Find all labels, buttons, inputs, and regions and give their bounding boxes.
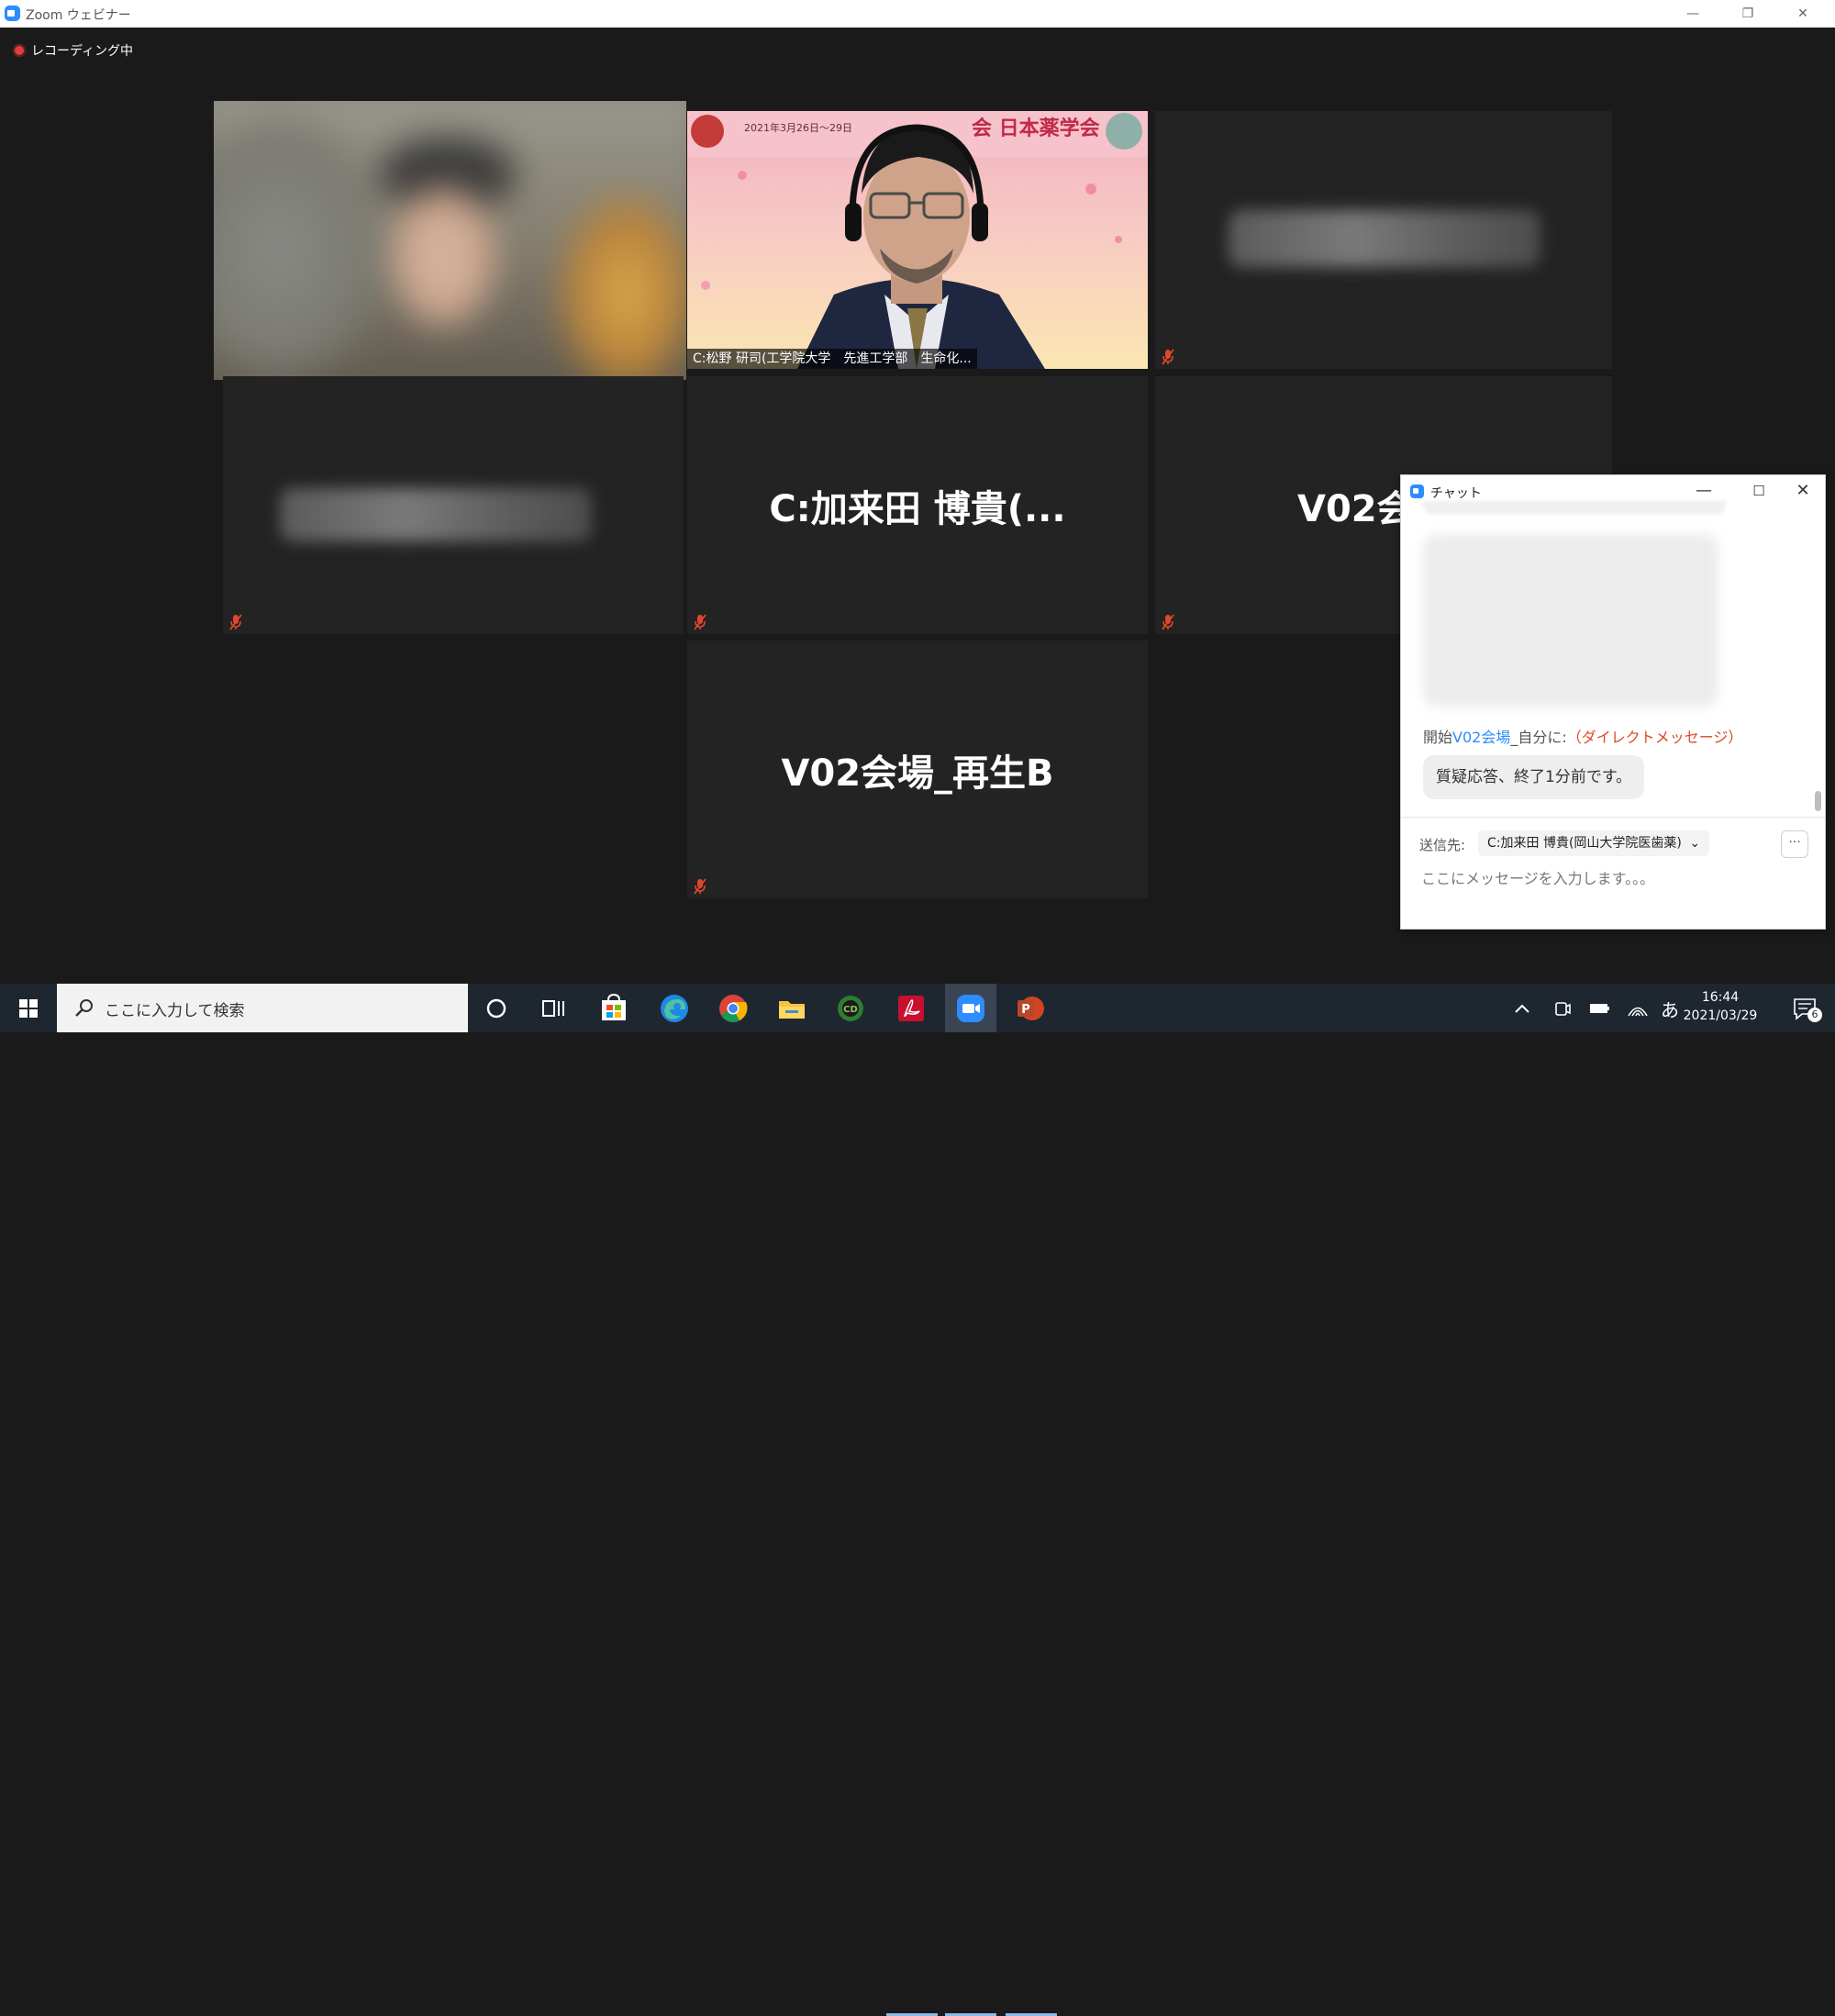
battery-icon[interactable] (1582, 991, 1617, 1026)
svg-text:2021年3月26日～29日: 2021年3月26日～29日 (744, 121, 852, 134)
start-button[interactable] (0, 984, 57, 1032)
window-title: Zoom ウェビナー (26, 8, 131, 23)
blurred-webcam-image (214, 101, 686, 380)
chat-title: チャット (1430, 486, 1482, 501)
direct-message-tag: （ダイレクトメッセージ） (1566, 729, 1743, 746)
muted-mic-icon (1162, 349, 1174, 365)
file-explorer-icon[interactable] (774, 991, 809, 1026)
video-tile-1[interactable] (214, 101, 686, 380)
chrome-browser-icon[interactable] (716, 991, 751, 1026)
search-placeholder: ここに入力して検索 (105, 1002, 245, 1020)
clock-date: 2021/03/29 (1683, 1008, 1758, 1023)
chat-maximize-button[interactable]: ☐ (1739, 477, 1779, 505)
video-tile-3[interactable] (1155, 111, 1612, 369)
ime-indicator[interactable]: あ (1659, 996, 1681, 1022)
microsoft-store-icon[interactable] (596, 991, 631, 1026)
restore-button[interactable]: ❐ (1720, 0, 1775, 28)
windows-logo-icon (19, 999, 38, 1018)
sender-to: _自分に: (1510, 729, 1567, 746)
recording-indicator[interactable]: レコーディング中 (13, 41, 133, 60)
chevron-down-icon: ⌄ (1689, 836, 1701, 851)
window-title-bar: Zoom ウェビナー — ❐ ✕ (0, 0, 1835, 28)
previous-message-bubble (1423, 501, 1726, 514)
recording-label: レコーディング中 (31, 44, 134, 59)
muted-mic-icon (694, 878, 706, 895)
participant-name: C:加来田 博貴(... (769, 487, 1066, 530)
chat-scrollbar[interactable] (1815, 791, 1821, 811)
video-tile-4[interactable] (223, 376, 684, 634)
chat-close-button[interactable]: ✕ (1783, 477, 1823, 505)
close-button[interactable]: ✕ (1775, 0, 1830, 28)
svg-text:P: P (1021, 1003, 1030, 1017)
sender-from[interactable]: V02会場 (1452, 729, 1510, 746)
svg-text:CD: CD (843, 1005, 858, 1015)
muted-mic-icon (1162, 614, 1174, 630)
blurred-message-bubble (1423, 534, 1718, 707)
windows-taskbar: ここに入力して検索 CD P あ 6 (0, 984, 1835, 2016)
send-to-label: 送信先: (1419, 837, 1466, 853)
video-tile-speaker[interactable]: 2021年3月26日～29日 会 日本薬学会 C:松野 研司(工学院大学 先進工… (687, 111, 1148, 369)
video-tile-5[interactable]: C:加来田 博貴(... (687, 376, 1148, 634)
powerpoint-icon[interactable]: P (1013, 991, 1048, 1026)
message-sender: 開始V02会場_自分に:（ダイレクトメッセージ） (1423, 725, 1742, 747)
video-tile-8[interactable]: V02会場_再生B (687, 640, 1148, 898)
speaker-video-image: 2021年3月26日～29日 会 日本薬学会 (687, 111, 1148, 369)
chat-message-bubble: 質疑応答、終了1分前です。 (1423, 755, 1645, 799)
chat-divider (1401, 817, 1825, 818)
cd-app-icon[interactable]: CD (833, 991, 868, 1026)
notification-count-badge: 6 (1807, 1008, 1822, 1022)
sender-prefix: 開始 (1423, 729, 1453, 746)
chat-window[interactable]: チャット — ☐ ✕ 開始V02会場_自分に:（ダイレクトメッセージ） 質疑応答… (1400, 474, 1826, 930)
zoom-app-icon[interactable] (953, 991, 988, 1026)
notification-center-button[interactable]: 6 (1787, 991, 1824, 1026)
blurred-participant-name (1229, 210, 1540, 267)
wifi-icon[interactable] (1620, 991, 1655, 1026)
svg-text:会 日本薬学会: 会 日本薬学会 (972, 117, 1100, 140)
edge-browser-icon[interactable] (657, 991, 692, 1026)
cortana-icon[interactable] (479, 991, 514, 1026)
acrobat-icon[interactable] (894, 991, 929, 1026)
muted-mic-icon (229, 614, 242, 630)
recording-dot-icon (13, 44, 26, 57)
send-to-dropdown[interactable]: C:加来田 博貴(岡山大学院医歯薬) ⌄ (1478, 830, 1710, 856)
search-icon (75, 999, 93, 1017)
zoom-logo-icon (5, 6, 20, 21)
chat-more-button[interactable]: ··· (1781, 830, 1808, 858)
participant-name: V02会場_再生B (781, 752, 1054, 795)
minimize-button[interactable]: — (1665, 0, 1720, 28)
taskbar-search-box[interactable]: ここに入力して検索 (57, 984, 468, 1032)
speaker-name-label: C:松野 研司(工学院大学 先進工学部 生命化... (687, 349, 977, 369)
chat-message-input[interactable] (1419, 865, 1790, 891)
camera-tray-icon[interactable] (1545, 991, 1580, 1026)
send-to-value: C:加来田 博貴(岡山大学院医歯薬) (1487, 836, 1682, 851)
blurred-participant-name (280, 488, 592, 541)
clock-time: 16:44 (1701, 990, 1740, 1005)
zoom-chat-icon (1410, 485, 1424, 498)
taskbar-clock[interactable]: 16:44 2021/03/29 (1679, 988, 1762, 1025)
chevron-up-icon[interactable] (1505, 991, 1540, 1026)
muted-mic-icon (694, 614, 706, 630)
task-view-icon[interactable] (536, 991, 571, 1026)
